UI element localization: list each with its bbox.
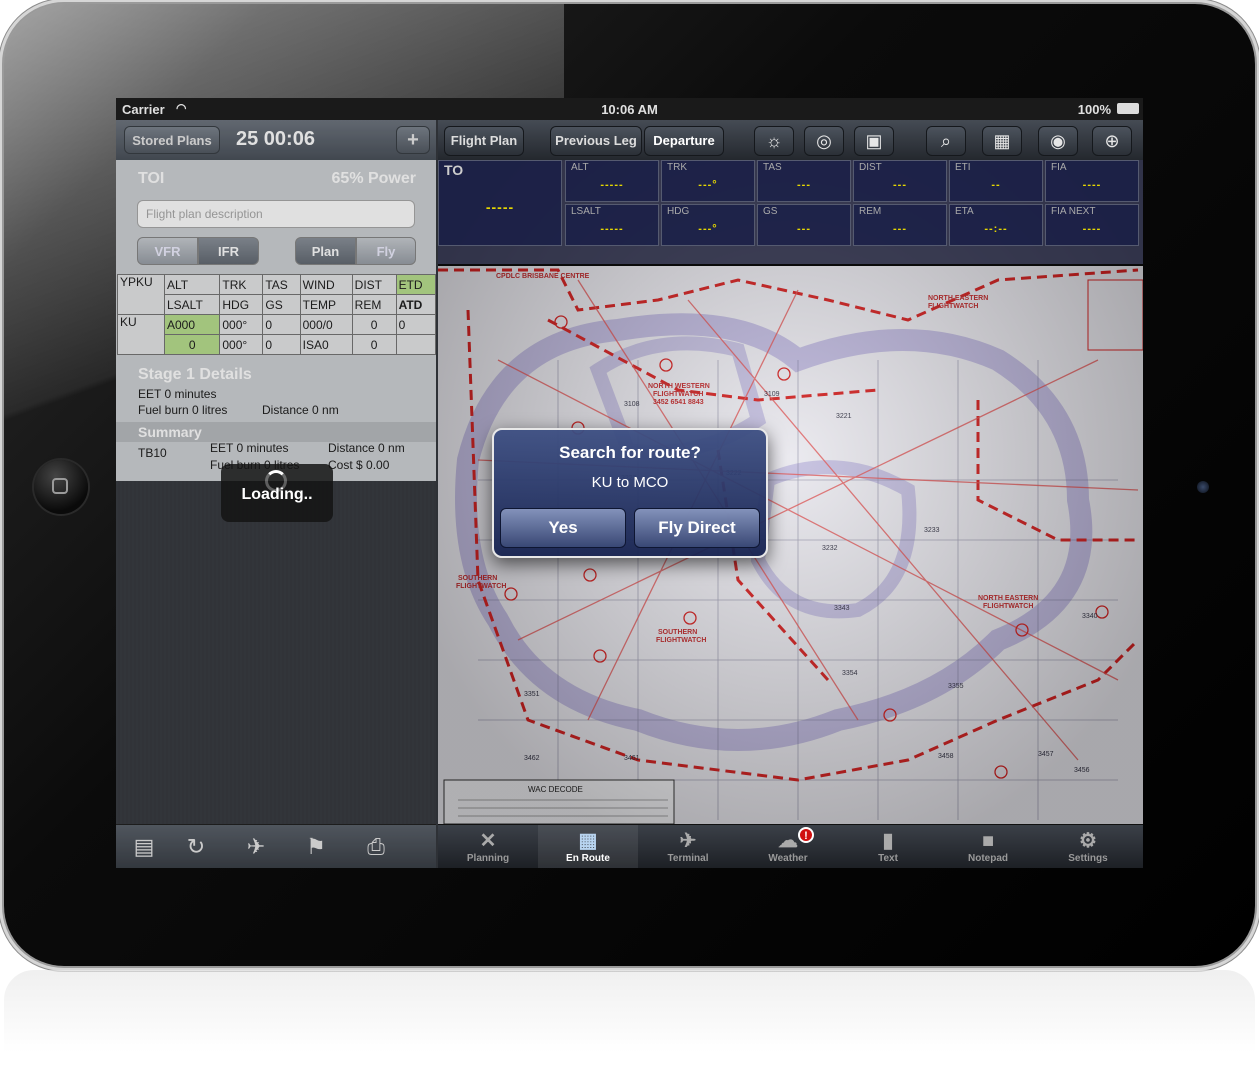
battery-icon (1117, 103, 1139, 114)
fia-cell[interactable]: FIA ---- (1045, 160, 1139, 202)
home-button[interactable] (34, 460, 88, 514)
cell-value: --- (797, 223, 811, 235)
cell-value: ---- (1082, 179, 1102, 191)
notepad-icon: ■ (981, 830, 995, 852)
tab-label: Planning (466, 853, 510, 864)
cell-value: --- (797, 179, 811, 191)
departure-button[interactable]: Departure (644, 126, 724, 156)
radar-icon[interactable]: ◉ (1038, 126, 1078, 156)
cell-value: --:-- (984, 223, 1008, 235)
weather-icon: ☁ (778, 830, 798, 852)
cell-value: ----- (600, 223, 624, 235)
cell-value: ---° (698, 223, 718, 235)
yes-button[interactable]: Yes (500, 508, 626, 548)
to-value: ----- (485, 199, 515, 215)
instrument-panel: TO ----- ALT ----- TRK ---° TAS --- DIST ---… (438, 160, 1143, 266)
cell-label: HDG (667, 206, 690, 217)
alt-cell[interactable]: ALT ----- (565, 160, 659, 202)
cell-label: DIST (859, 162, 882, 173)
clock: 10:06 AM (601, 102, 658, 117)
tab-label: Weather (768, 853, 808, 864)
tab-text[interactable]: ▮ Text (838, 825, 938, 868)
tab-label: En Route (566, 853, 610, 864)
tab-notepad[interactable]: ■ Notepad (938, 825, 1038, 868)
weather-alert-badge: ! (798, 827, 814, 843)
cell-value: --- (893, 223, 907, 235)
tas-cell[interactable]: TAS --- (757, 160, 851, 202)
brightness-icon[interactable]: ☼ (754, 126, 794, 156)
tab-label: Notepad (968, 853, 1008, 864)
search-route-alert: Search for route? KU to MCO Yes Fly Dire… (492, 428, 768, 558)
cell-label: TAS (763, 162, 782, 173)
eta-cell[interactable]: ETA --:-- (949, 204, 1043, 246)
to-label: TO (444, 162, 464, 178)
status-bar: Carrier ◠ 10:06 AM 100% (116, 98, 1143, 120)
fia-next-cell[interactable]: FIA NEXT ---- (1045, 204, 1139, 246)
tab-label: Settings (1068, 853, 1108, 864)
cell-label: FIA (1051, 162, 1067, 173)
battery-label: 100% (1077, 102, 1111, 117)
tab-planning[interactable]: ✕ Planning (438, 825, 538, 868)
cell-label: ETI (955, 162, 971, 173)
device-reflection (4, 970, 1255, 1088)
flight-plan-button[interactable]: Flight Plan (444, 126, 524, 156)
cell-label: FIA NEXT (1051, 206, 1096, 217)
lock-icon[interactable]: ▣ (854, 126, 894, 156)
cell-label: LSALT (571, 206, 601, 217)
cell-label: TRK (667, 162, 687, 173)
map-icon: ▦ (578, 830, 598, 852)
map-icon[interactable]: ▦ (982, 126, 1022, 156)
book-icon: ▮ (882, 830, 894, 852)
gs-cell[interactable]: GS --- (757, 204, 851, 246)
tab-label: Text (878, 853, 898, 864)
gear-icon: ⚙ (1079, 830, 1097, 852)
cell-value: --- (893, 179, 907, 191)
camera-icon (1197, 481, 1209, 493)
tab-en-route[interactable]: ▦ En Route (538, 825, 638, 868)
search-icon[interactable]: ⌕ (926, 126, 966, 156)
crosshair-icon[interactable]: ⊕ (1092, 126, 1132, 156)
loading-label: Loading.. (241, 486, 313, 503)
alert-message: KU to MCO (591, 474, 669, 491)
tab-label: Terminal (667, 853, 709, 864)
hdg-cell[interactable]: HDG ---° (661, 204, 755, 246)
cell-label: ETA (955, 206, 974, 217)
rem-cell[interactable]: REM --- (853, 204, 947, 246)
alert-title: Search for route? (559, 443, 701, 462)
to-cell[interactable]: TO ----- (438, 160, 562, 246)
previous-leg-button[interactable]: Previous Leg (550, 126, 642, 156)
loading-indicator: Loading.. (221, 464, 333, 522)
cell-value: ---° (698, 179, 718, 191)
lsalt-cell[interactable]: LSALT ----- (565, 204, 659, 246)
lifebuoy-icon[interactable]: ◎ (804, 126, 844, 156)
dist-cell[interactable]: DIST --- (853, 160, 947, 202)
cell-value: ----- (600, 179, 624, 191)
tab-weather[interactable]: ☁! Weather (738, 825, 838, 868)
cell-label: GS (763, 206, 778, 217)
cell-value: -- (991, 179, 1001, 191)
tab-bar: ✕ Planning ▦ En Route ✈ Terminal ☁! Weather … (438, 824, 1143, 868)
cell-label: REM (859, 206, 882, 217)
trk-cell[interactable]: TRK ---° (661, 160, 755, 202)
fly-direct-button[interactable]: Fly Direct (634, 508, 760, 548)
plane-icon: ✈ (679, 830, 697, 852)
planning-icon: ✕ (479, 830, 497, 852)
eti-cell[interactable]: ETI -- (949, 160, 1043, 202)
cell-value: ---- (1082, 223, 1102, 235)
tab-settings[interactable]: ⚙ Settings (1038, 825, 1138, 868)
screen: Carrier ◠ 10:06 AM 100% Stored Plans 25 … (116, 98, 1143, 868)
cell-label: ALT (571, 162, 589, 173)
right-toolbar: Flight Plan Previous Leg Departure ☼ ◎ ▣… (438, 120, 1143, 161)
tab-terminal[interactable]: ✈ Terminal (638, 825, 738, 868)
home-square-icon (52, 478, 68, 494)
